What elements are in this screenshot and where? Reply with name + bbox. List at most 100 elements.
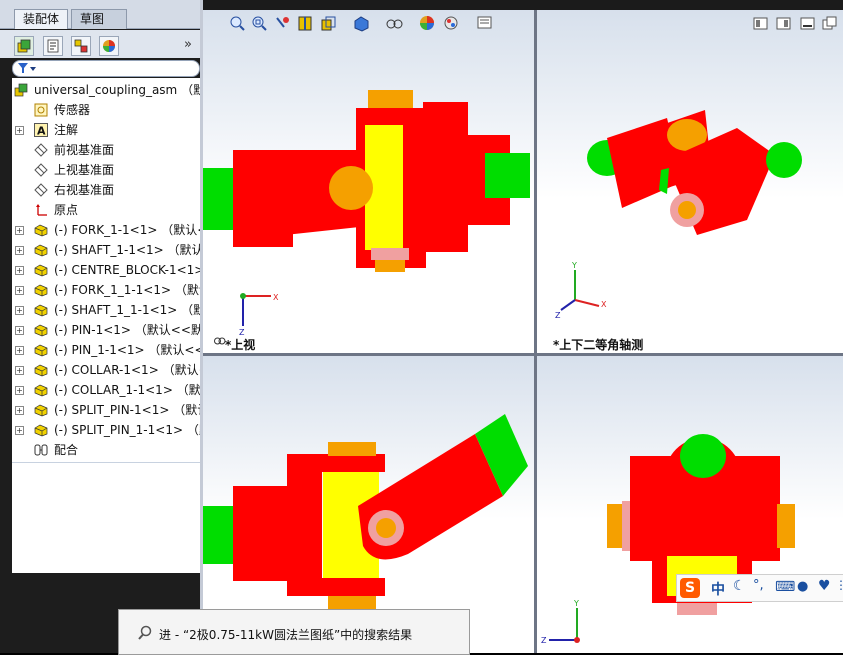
zoom-to-fit-icon[interactable] (229, 15, 246, 32)
expand-icon[interactable]: + (15, 346, 24, 355)
filter-icon (18, 63, 36, 73)
command-tab-bar: 装配体 草图 (0, 0, 202, 29)
tree-item-top-plane[interactable]: 上视基准面 (12, 160, 202, 180)
edit-appearance-icon[interactable] (419, 15, 436, 32)
tree-item-shaft-1[interactable]: + (-) SHAFT_1-1<1> （默认< (12, 240, 202, 260)
apply-scene-icon[interactable] (443, 15, 460, 32)
expand-icon[interactable]: + (15, 226, 24, 235)
minimize-view-icon[interactable] (799, 15, 816, 32)
view-settings-icon[interactable] (476, 15, 493, 32)
part-icon (34, 284, 48, 297)
axis-x-label: X (273, 293, 279, 302)
feature-tree: universal_coupling_asm （默认 传感器 + A 注解 前视… (12, 78, 202, 462)
heads-up-view-toolbar (203, 10, 843, 38)
tab-sketch[interactable]: 草图 (71, 9, 127, 29)
tree-item-fork-1[interactable]: + (-) FORK_1-1<1> （默认<< (12, 220, 202, 240)
expand-icon[interactable]: + (15, 126, 24, 135)
tree-item-label: (-) SHAFT_1_1-1<1> （默认 (54, 303, 202, 317)
expand-icon[interactable]: + (15, 426, 24, 435)
tree-item-annotations[interactable]: + A 注解 (12, 120, 202, 140)
voice-icon[interactable]: ● (797, 579, 808, 594)
part-icon (34, 244, 48, 257)
ime-language-toggle[interactable]: 中 (711, 579, 725, 599)
tree-item-pin-1[interactable]: + (-) PIN-1<1> （默认<<默认 (12, 320, 202, 340)
display-style-icon[interactable] (353, 15, 370, 32)
tree-item-front-plane[interactable]: 前视基准面 (12, 140, 202, 160)
expand-icon[interactable]: + (15, 406, 24, 415)
view-orientation-icon[interactable] (320, 15, 337, 32)
expand-icon[interactable]: + (15, 326, 24, 335)
tree-item-split-pin-1[interactable]: + (-) SPLIT_PIN-1<1> （默认 (12, 400, 202, 420)
tree-root-assembly[interactable]: universal_coupling_asm （默认 (12, 80, 202, 100)
tree-item-centre-block[interactable]: + (-) CENTRE_BLOCK-1<1> (12, 260, 202, 280)
axis-y-label: Y (571, 261, 577, 270)
restore-view-icon[interactable] (821, 15, 838, 32)
expand-icon[interactable]: + (15, 286, 24, 295)
expand-panel-icon[interactable]: » (184, 37, 192, 52)
feature-filter-input[interactable] (12, 60, 200, 77)
tree-item-mates[interactable]: 配合 (12, 440, 202, 460)
part-icon (34, 364, 48, 377)
tree-item-label: (-) SPLIT_PIN-1<1> （默认 (54, 403, 202, 417)
tree-item-right-plane[interactable]: 右视基准面 (12, 180, 202, 200)
expand-icon[interactable]: + (15, 266, 24, 275)
tab-assembly[interactable]: 装配体 (14, 9, 69, 29)
keyboard-icon[interactable]: ⌨ (775, 579, 795, 595)
feature-manager-panel: 装配体 草图 » universal_coupling_asm （默认 传感器 … (0, 0, 202, 653)
viewport-right[interactable]: Y Z (537, 356, 843, 653)
tree-item-origin[interactable]: 原点 (12, 200, 202, 220)
tree-item-label: (-) PIN-1<1> （默认<<默认 (54, 323, 202, 337)
tree-item-split-pin-1-1[interactable]: + (-) SPLIT_PIN_1-1<1> （默认 (12, 420, 202, 440)
ime-more-icon[interactable]: ⋮ (835, 578, 843, 592)
expand-icon[interactable]: + (15, 246, 24, 255)
tree-item-collar-1[interactable]: + (-) COLLAR-1<1> （默认<< (12, 360, 202, 380)
tree-item-shaft-1-1[interactable]: + (-) SHAFT_1_1-1<1> （默认 (12, 300, 202, 320)
section-view-icon[interactable] (297, 15, 314, 32)
mates-icon (34, 444, 48, 456)
part-icon (34, 264, 48, 277)
expand-icon[interactable]: + (15, 366, 24, 375)
skin-shirt-icon[interactable]: ♥ (818, 578, 831, 594)
search-icon (138, 625, 152, 640)
viewport-iso-label: *上下二等角轴测 (553, 338, 644, 352)
feature-manager-tab-icon[interactable] (14, 36, 34, 56)
viewport-horizontal-divider[interactable] (203, 353, 843, 356)
expand-icon[interactable]: + (15, 306, 24, 315)
tree-item-label: 前视基准面 (54, 143, 115, 157)
viewport-single-icon[interactable] (752, 15, 769, 32)
tree-item-collar-1-1[interactable]: + (-) COLLAR_1-1<1> （默认 (12, 380, 202, 400)
viewport-two-icon[interactable] (775, 15, 792, 32)
search-results-text: 进 - “2极0.75-11kW圆法兰图纸”中的搜索结果 (159, 628, 413, 642)
tree-item-label: (-) SHAFT_1-1<1> （默认< (54, 243, 202, 257)
configuration-manager-tab-icon[interactable] (71, 36, 91, 56)
sogou-logo-icon[interactable]: S (680, 578, 700, 598)
viewport-top[interactable]: X Z *上视 (203, 10, 534, 353)
tree-item-label: (-) FORK_1-1<1> （默认<< (54, 223, 202, 237)
part-icon (34, 344, 48, 357)
hide-show-items-icon[interactable] (386, 15, 403, 32)
tree-item-label: (-) COLLAR_1-1<1> （默认 (54, 383, 202, 397)
expand-icon[interactable]: + (15, 386, 24, 395)
plane-icon (34, 183, 48, 197)
tree-item-label: 上视基准面 (54, 163, 115, 177)
tree-item-label: 右视基准面 (54, 183, 115, 197)
tree-item-pin-1-1[interactable]: + (-) PIN_1-1<1> （默认<<默 (12, 340, 202, 360)
axis-x-label: X (601, 300, 607, 309)
tree-item-fork-1-1[interactable]: + (-) FORK_1_1-1<1> （默认 (12, 280, 202, 300)
origin-icon (36, 204, 47, 216)
punctuation-toggle[interactable]: °, (753, 578, 764, 593)
tree-item-label: (-) PIN_1-1<1> （默认<<默 (54, 343, 202, 357)
viewport-isometric[interactable]: Y X Z *上下二等角轴测 (537, 10, 843, 353)
display-manager-tab-icon[interactable] (99, 36, 119, 56)
zoom-to-area-icon[interactable] (251, 15, 268, 32)
property-manager-tab-icon[interactable] (43, 36, 63, 56)
viewport-vertical-divider[interactable] (534, 10, 537, 653)
tree-item-sensors[interactable]: 传感器 (12, 100, 202, 120)
link-views-icon[interactable] (214, 337, 226, 346)
axis-triad-iso: Y X Z (555, 261, 607, 320)
previous-view-icon[interactable] (274, 15, 291, 32)
svg-text:A: A (37, 125, 46, 138)
search-results-popup[interactable]: 进 - “2极0.75-11kW圆法兰图纸”中的搜索结果 (118, 609, 470, 655)
moon-icon[interactable]: ☾ (733, 578, 746, 594)
tree-item-label: (-) CENTRE_BLOCK-1<1> (54, 263, 202, 277)
